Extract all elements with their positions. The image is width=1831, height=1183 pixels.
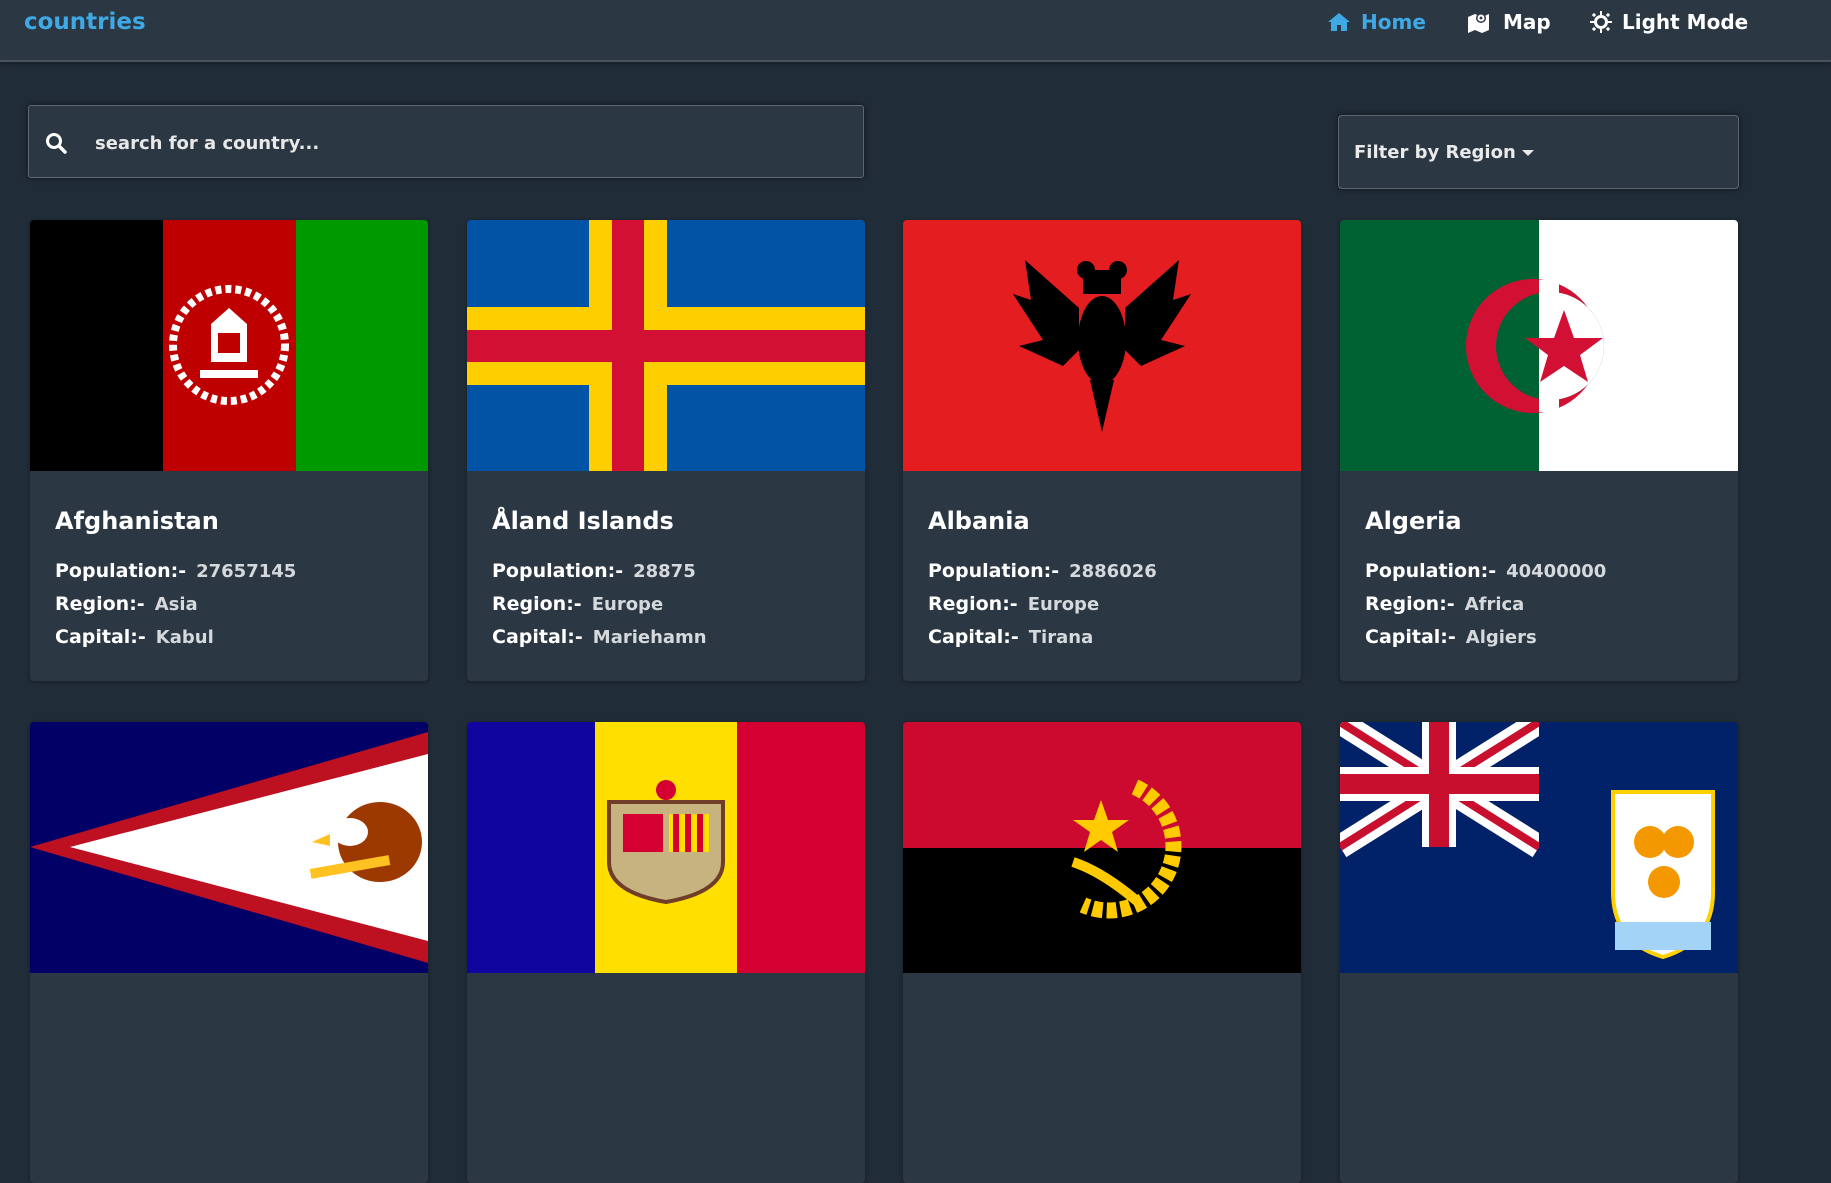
population-label: Population:- [55, 560, 187, 582]
population-line: Population:- 2886026 [928, 560, 1157, 582]
algeria-flag [1340, 220, 1738, 471]
population-value: 40400000 [1506, 561, 1607, 582]
sun-icon [1590, 11, 1612, 33]
country-name: Afghanistan [55, 507, 219, 535]
country-name: Algeria [1365, 507, 1462, 535]
region-label: Region:- [1365, 593, 1455, 615]
search-icon [46, 133, 67, 154]
population-label: Population:- [492, 560, 624, 582]
region-label: Region:- [55, 593, 145, 615]
capital-value: Mariehamn [592, 627, 707, 648]
nav-map-link[interactable]: Map [1467, 10, 1551, 34]
albania-flag [903, 220, 1301, 471]
region-line: Region:- Europe [492, 593, 663, 615]
population-label: Population:- [1365, 560, 1497, 582]
country-card[interactable]: Åland Islands Population:- 28875 Region:-… [467, 220, 865, 681]
country-name: Albania [928, 507, 1030, 535]
population-value: 28875 [633, 561, 696, 582]
country-card[interactable]: Algeria Population:- 40400000 Region:- Afr… [1340, 220, 1738, 681]
capital-label: Capital:- [1365, 626, 1456, 648]
country-card[interactable] [1340, 722, 1738, 1183]
nav-light-mode-toggle[interactable]: Light Mode [1590, 10, 1748, 34]
region-line: Region:- Asia [55, 593, 198, 615]
country-card[interactable] [903, 722, 1301, 1183]
population-value: 27657145 [196, 561, 297, 582]
capital-line: Capital:- Mariehamn [492, 626, 707, 648]
capital-line: Capital:- Algiers [1365, 626, 1537, 648]
filter-by-region-dropdown[interactable]: Filter by Region [1338, 115, 1739, 189]
afghanistan-flag [30, 220, 428, 471]
search-input[interactable] [93, 124, 837, 162]
region-value: Asia [154, 594, 198, 615]
country-card[interactable]: Afghanistan Population:- 27657145 Region:… [30, 220, 428, 681]
top-navbar: countries Home Map Light Mode [0, 0, 1831, 62]
nav-home-label: Home [1361, 10, 1426, 34]
nav-home-link[interactable]: Home [1327, 10, 1426, 34]
population-label: Population:- [928, 560, 1060, 582]
capital-label: Capital:- [492, 626, 583, 648]
country-card[interactable] [467, 722, 865, 1183]
american-samoa-flag [30, 722, 428, 973]
capital-value: Algiers [1465, 627, 1537, 648]
region-line: Region:- Africa [1365, 593, 1524, 615]
home-icon [1328, 13, 1350, 31]
nav-map-label: Map [1503, 10, 1551, 34]
population-line: Population:- 28875 [492, 560, 696, 582]
filter-label: Filter by Region [1354, 141, 1516, 163]
capital-value: Kabul [155, 627, 214, 648]
region-label: Region:- [928, 593, 1018, 615]
population-line: Population:- 40400000 [1365, 560, 1606, 582]
capital-label: Capital:- [928, 626, 1019, 648]
region-value: Europe [591, 594, 664, 615]
nav-light-mode-label: Light Mode [1622, 10, 1749, 34]
capital-line: Capital:- Kabul [55, 626, 214, 648]
capital-value: Tirana [1028, 627, 1094, 648]
search-bar [28, 105, 864, 178]
chevron-down-icon [1521, 150, 1534, 156]
region-value: Africa [1464, 594, 1525, 615]
capital-label: Capital:- [55, 626, 146, 648]
angola-flag [903, 722, 1301, 973]
brand-logo-text[interactable]: countries [24, 9, 146, 35]
region-value: Europe [1027, 594, 1100, 615]
country-card[interactable]: Albania Population:- 2886026 Region:- Euro… [903, 220, 1301, 681]
region-line: Region:- Europe [928, 593, 1099, 615]
region-label: Region:- [492, 593, 582, 615]
population-value: 2886026 [1069, 561, 1157, 582]
map-icon [1468, 13, 1489, 33]
aland-islands-flag [467, 220, 865, 471]
capital-line: Capital:- Tirana [928, 626, 1093, 648]
country-name: Åland Islands [492, 507, 674, 535]
population-line: Population:- 27657145 [55, 560, 296, 582]
anguilla-flag [1340, 722, 1738, 973]
country-card[interactable] [30, 722, 428, 1183]
andorra-flag [467, 722, 865, 973]
